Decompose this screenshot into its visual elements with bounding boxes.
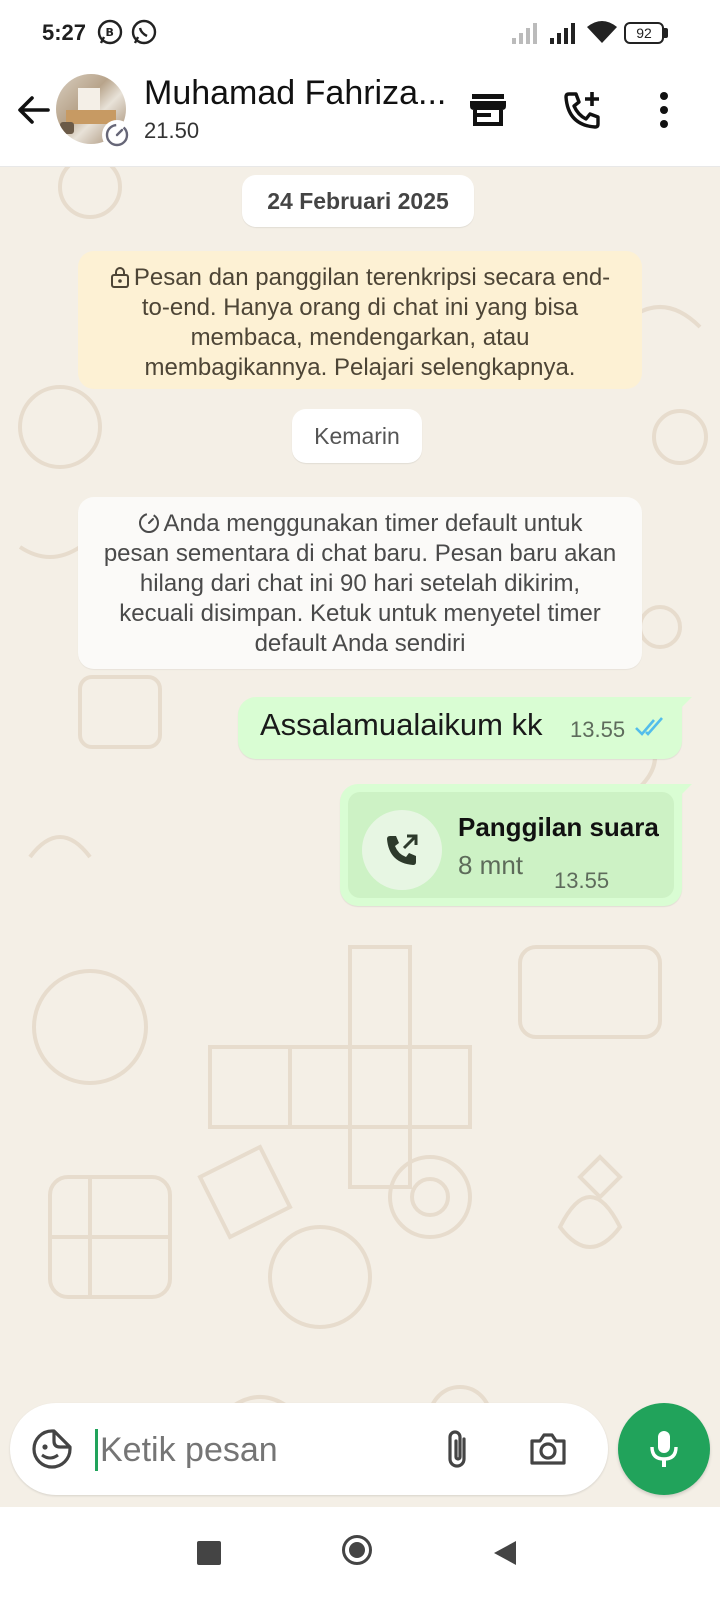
wifi-icon xyxy=(587,21,617,43)
call-message[interactable]: Panggilan suara 8 mnt 13.55 xyxy=(340,784,682,906)
message-text: Assalamualaikum kk xyxy=(260,707,543,742)
svg-text:B: B xyxy=(106,26,114,39)
date-pill: 24 Februari 2025 xyxy=(242,175,474,227)
contact-name[interactable]: Muhamad Fahriza... xyxy=(144,74,444,113)
outgoing-call-icon xyxy=(387,834,418,865)
read-ticks-icon xyxy=(635,717,663,736)
bubble-tail xyxy=(676,697,692,713)
lock-icon xyxy=(110,267,129,288)
encryption-notice[interactable]: Pesan dan panggilan terenkripsi secara e… xyxy=(78,251,642,389)
mic-icon xyxy=(650,1431,678,1467)
contact-subtitle: 21.50 xyxy=(144,118,200,143)
battery-level: 92 xyxy=(636,25,652,41)
call-duration: 8 mnt xyxy=(458,850,524,880)
add-call-icon[interactable] xyxy=(560,88,604,132)
disappearing-timer-badge xyxy=(102,120,132,150)
call-icon-circle xyxy=(362,810,442,890)
signal-icon xyxy=(512,23,537,44)
outgoing-message[interactable]: Assalamualaikum kk 13.55 xyxy=(238,697,682,759)
timer-notice-text: Anda menggunakan timer default untuk pes… xyxy=(103,510,617,657)
whatsapp-business-icon: B xyxy=(97,19,123,45)
message-input[interactable] xyxy=(98,1421,432,1479)
message-input-bar[interactable] xyxy=(10,1403,608,1495)
signal-icon xyxy=(550,23,575,44)
whatsapp-icon xyxy=(131,19,157,45)
yesterday-pill: Kemarin xyxy=(292,409,422,463)
call-time: 13.55 xyxy=(554,868,610,893)
call-title: Panggilan suara xyxy=(458,812,659,842)
attachment-icon[interactable] xyxy=(440,1427,476,1473)
recents-button[interactable] xyxy=(197,1541,221,1565)
status-bar: 5:27 B 92 xyxy=(0,0,720,66)
back-button[interactable] xyxy=(492,1539,518,1567)
camera-icon[interactable] xyxy=(526,1427,570,1471)
message-time: 13.55 xyxy=(570,717,626,742)
voice-record-button[interactable] xyxy=(618,1403,710,1495)
timer-notice[interactable]: Anda menggunakan timer default untuk pes… xyxy=(78,497,642,669)
sticker-icon[interactable] xyxy=(30,1427,74,1471)
system-nav-bar xyxy=(0,1507,720,1600)
timer-icon xyxy=(138,513,159,533)
battery-icon: 92 xyxy=(624,22,664,44)
home-button[interactable] xyxy=(342,1535,372,1565)
battery-tip xyxy=(664,28,668,38)
chat-area[interactable]: 24 Februari 2025 Pesan dan panggilan ter… xyxy=(0,167,720,1507)
encryption-notice-text: Pesan dan panggilan terenkripsi secara e… xyxy=(133,264,611,381)
chat-header: Muhamad Fahriza... 21.50 xyxy=(0,66,720,167)
more-vert-icon[interactable] xyxy=(652,88,676,132)
status-time: 5:27 xyxy=(42,20,87,45)
back-arrow-icon[interactable] xyxy=(14,90,54,130)
timer-icon xyxy=(105,123,129,147)
bubble-tail xyxy=(676,784,692,800)
store-icon[interactable] xyxy=(466,88,510,132)
